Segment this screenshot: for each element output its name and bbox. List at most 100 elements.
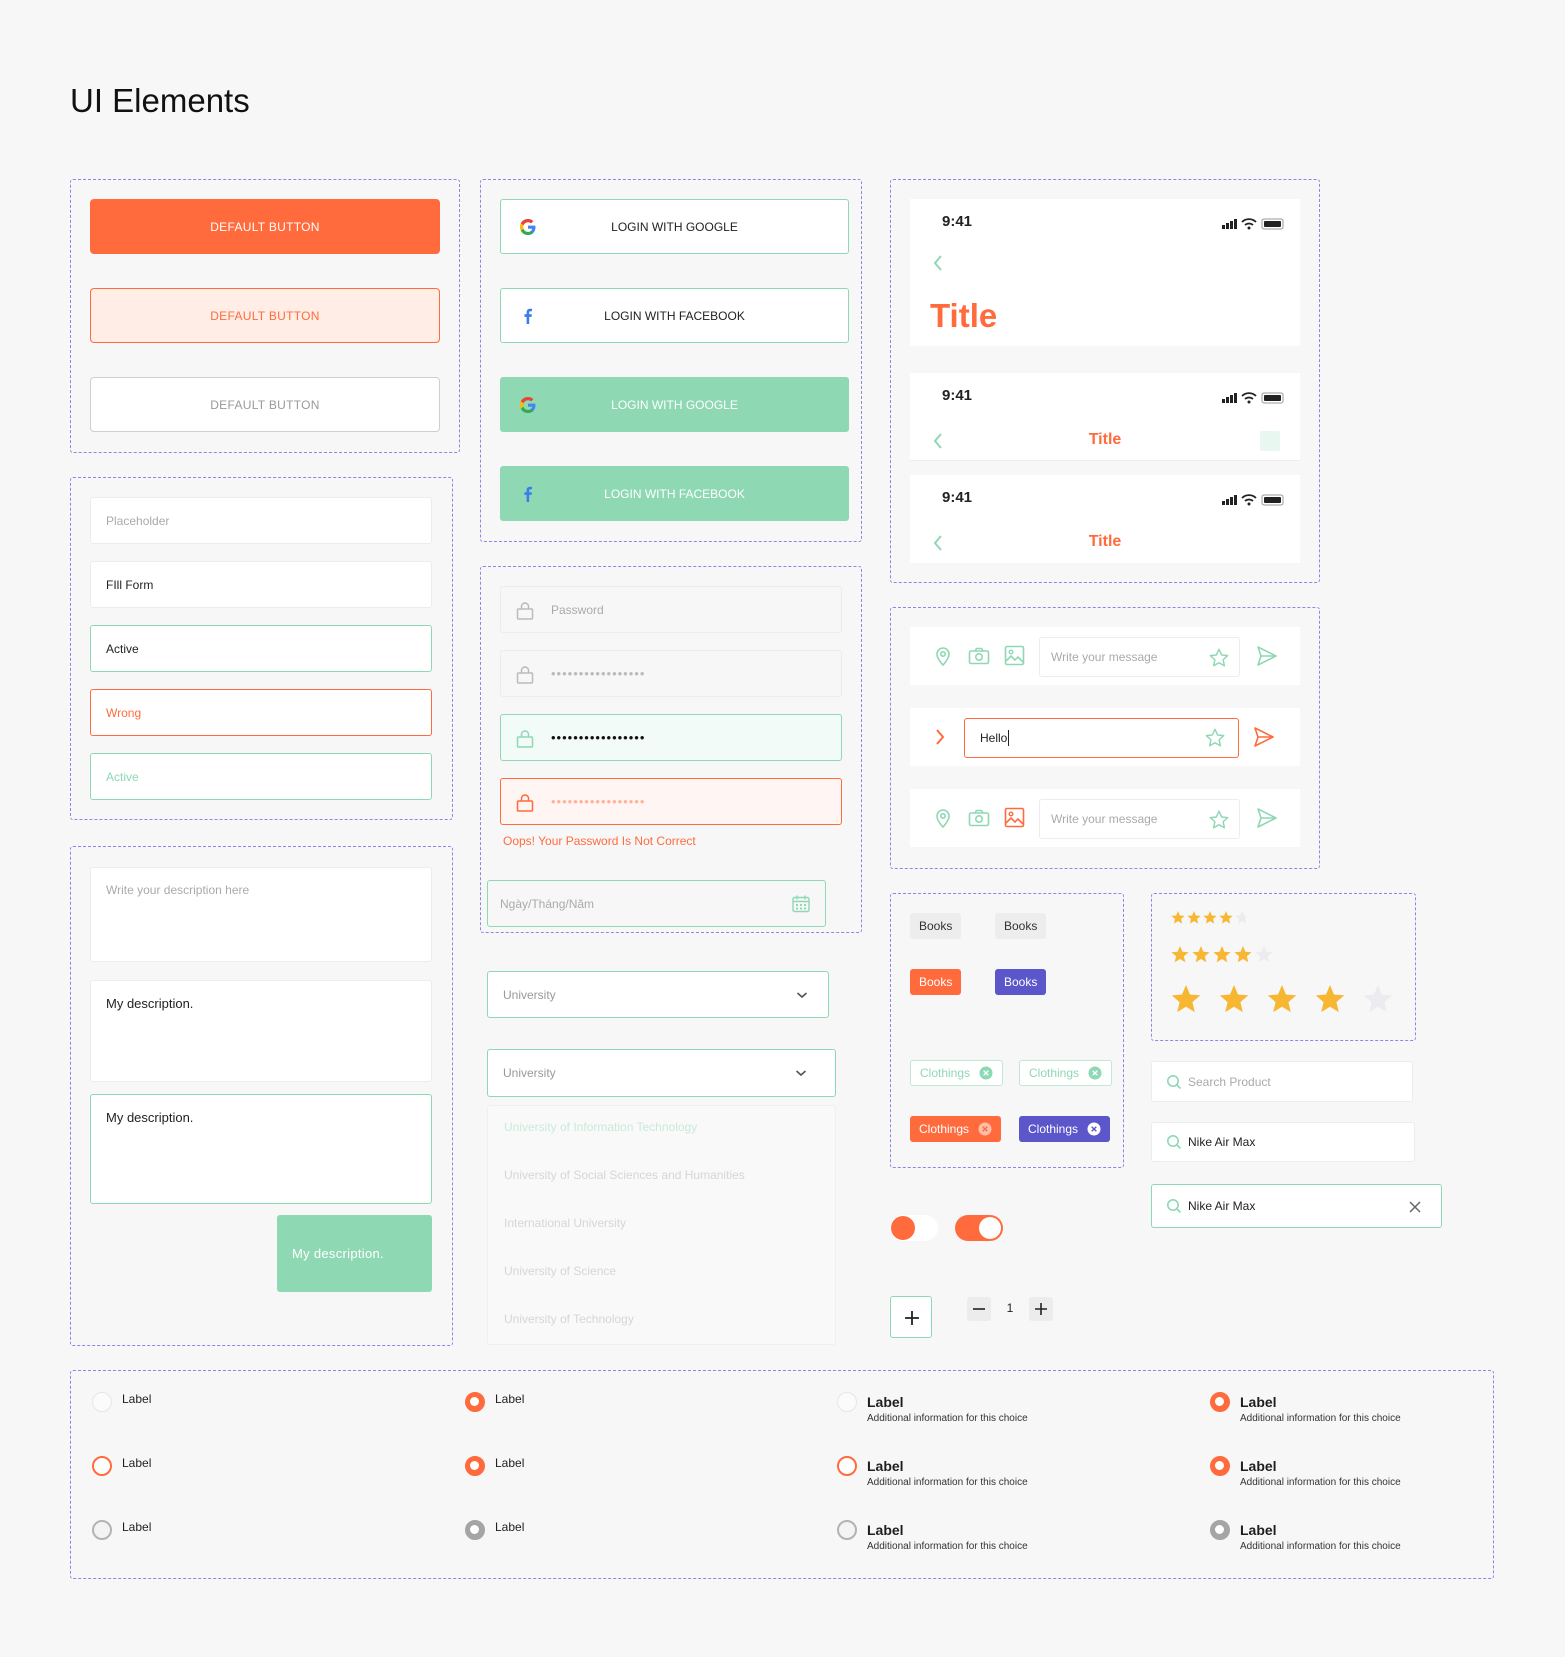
chip-books[interactable]: Books bbox=[995, 913, 1047, 939]
radio-option-detailed[interactable]: Label Additional information for this cho… bbox=[837, 1456, 1028, 1488]
star-filled-icon[interactable] bbox=[1213, 946, 1231, 963]
star-filled-icon[interactable] bbox=[1187, 911, 1201, 924]
radio-checked-disabled[interactable] bbox=[465, 1520, 485, 1540]
stepper-increment[interactable] bbox=[1029, 1297, 1053, 1321]
search-input-filled[interactable]: Nike Air Max bbox=[1151, 1122, 1415, 1162]
chevron-right-icon[interactable] bbox=[934, 728, 946, 746]
radio-option-detailed[interactable]: Label Additional information for this cho… bbox=[837, 1520, 1028, 1552]
camera-icon[interactable] bbox=[968, 647, 990, 665]
calendar-icon[interactable] bbox=[791, 894, 811, 914]
radio-option[interactable]: Label bbox=[465, 1520, 524, 1540]
chip-books-selected[interactable]: Books bbox=[910, 969, 962, 995]
star-filled-icon[interactable] bbox=[1219, 911, 1233, 924]
google-login-button[interactable]: LOGIN WITH GOOGLE bbox=[500, 199, 849, 254]
radio-checked[interactable] bbox=[465, 1392, 485, 1412]
rating-medium[interactable] bbox=[1171, 946, 1276, 964]
message-input-active[interactable]: Hello bbox=[964, 718, 1239, 758]
rating-large[interactable] bbox=[1171, 985, 1403, 1019]
camera-icon[interactable] bbox=[968, 809, 990, 827]
star-filled-icon[interactable] bbox=[1234, 946, 1252, 963]
date-input[interactable]: Ngày/Tháng/Năm bbox=[487, 880, 826, 927]
password-input-masked[interactable]: ••••••••••••••••• bbox=[500, 650, 842, 697]
chip-books[interactable]: Books bbox=[910, 913, 962, 939]
radio-option[interactable]: Label bbox=[465, 1392, 524, 1412]
stepper-decrement[interactable] bbox=[967, 1297, 991, 1321]
chip-clothings[interactable]: Clothings bbox=[1019, 1060, 1113, 1086]
facebook-login-button-green[interactable]: LOGIN WITH FACEBOOK bbox=[500, 466, 849, 521]
add-button[interactable] bbox=[890, 1296, 932, 1338]
location-icon[interactable] bbox=[934, 808, 952, 828]
active-light-input[interactable]: Active bbox=[90, 753, 432, 800]
star-filled-icon[interactable] bbox=[1219, 985, 1249, 1013]
dropdown-option[interactable]: University of Science bbox=[504, 1264, 616, 1278]
radio-option-detailed[interactable]: Label Additional information for this cho… bbox=[1210, 1456, 1401, 1488]
message-input[interactable]: Write your message bbox=[1039, 799, 1240, 839]
description-placeholder[interactable]: Write your description here bbox=[90, 867, 432, 962]
close-circle-icon[interactable] bbox=[978, 1122, 992, 1136]
google-login-button-green[interactable]: LOGIN WITH GOOGLE bbox=[500, 377, 849, 432]
close-circle-icon[interactable] bbox=[1088, 1066, 1102, 1080]
toggle-off[interactable] bbox=[890, 1215, 938, 1241]
send-icon[interactable] bbox=[1256, 645, 1278, 667]
chip-clothings-selected[interactable]: Clothings bbox=[910, 1116, 1002, 1142]
clear-icon[interactable] bbox=[1409, 1201, 1421, 1213]
soft-button[interactable]: DEFAULT BUTTON bbox=[90, 288, 440, 343]
close-circle-icon[interactable] bbox=[979, 1066, 993, 1080]
placeholder-input[interactable]: Placeholder bbox=[90, 497, 432, 544]
radio-option[interactable]: Label bbox=[92, 1456, 151, 1476]
radio-unchecked-faint[interactable] bbox=[837, 1392, 857, 1412]
password-input-error[interactable]: ••••••••••••••••• bbox=[500, 778, 842, 825]
radio-option-detailed[interactable]: Label Additional information for this cho… bbox=[1210, 1392, 1401, 1424]
radio-unchecked-faint[interactable] bbox=[92, 1392, 112, 1412]
rating-small[interactable] bbox=[1171, 911, 1246, 925]
radio-option-detailed[interactable]: Label Additional information for this cho… bbox=[1210, 1520, 1401, 1552]
description-submit[interactable]: My description. bbox=[277, 1215, 432, 1292]
star-filled-icon[interactable] bbox=[1203, 911, 1217, 924]
chip-clothings[interactable]: Clothings bbox=[910, 1060, 1004, 1086]
filled-input[interactable]: FIll Form bbox=[90, 561, 432, 608]
description-active[interactable]: My description. bbox=[90, 1094, 432, 1204]
star-filled-icon[interactable] bbox=[1192, 946, 1210, 963]
radio-option-detailed[interactable]: Label Additional information for this cho… bbox=[837, 1392, 1028, 1424]
description-filled[interactable]: My description. bbox=[90, 980, 432, 1082]
password-input-active[interactable]: ••••••••••••••••• bbox=[500, 714, 842, 761]
facebook-login-button[interactable]: LOGIN WITH FACEBOOK bbox=[500, 288, 849, 343]
radio-option[interactable]: Label bbox=[465, 1456, 524, 1476]
star-outline-icon[interactable] bbox=[1204, 727, 1226, 749]
star-filled-icon[interactable] bbox=[1171, 985, 1201, 1013]
university-select-closed[interactable]: University bbox=[487, 971, 829, 1018]
radio-option[interactable]: Label bbox=[92, 1392, 151, 1412]
navbar-action[interactable] bbox=[1260, 431, 1280, 451]
send-icon[interactable] bbox=[1253, 726, 1275, 748]
star-filled-icon[interactable] bbox=[1171, 911, 1185, 924]
star-outline-icon[interactable] bbox=[1208, 647, 1230, 669]
close-circle-icon[interactable] bbox=[1087, 1122, 1101, 1136]
radio-checked[interactable] bbox=[1210, 1392, 1230, 1412]
radio-checked[interactable] bbox=[465, 1456, 485, 1476]
dropdown-option[interactable]: University of Information Technology bbox=[504, 1120, 697, 1134]
search-input-empty[interactable]: Search Product bbox=[1151, 1061, 1413, 1102]
chip-books-selected[interactable]: Books bbox=[995, 969, 1047, 995]
outline-button[interactable]: DEFAULT BUTTON bbox=[90, 377, 440, 432]
send-icon[interactable] bbox=[1256, 807, 1278, 829]
radio-unchecked-focus[interactable] bbox=[837, 1456, 857, 1476]
radio-option[interactable]: Label bbox=[92, 1520, 151, 1540]
radio-checked[interactable] bbox=[1210, 1456, 1230, 1476]
image-icon[interactable] bbox=[1004, 645, 1025, 666]
star-filled-icon[interactable] bbox=[1267, 985, 1297, 1013]
toggle-on[interactable] bbox=[955, 1215, 1003, 1241]
star-filled-icon[interactable] bbox=[1315, 985, 1345, 1013]
active-input[interactable]: Active bbox=[90, 625, 432, 672]
star-outline-icon[interactable] bbox=[1208, 809, 1230, 831]
radio-unchecked-disabled[interactable] bbox=[92, 1520, 112, 1540]
university-select-open[interactable]: University bbox=[487, 1049, 836, 1097]
star-empty-icon[interactable] bbox=[1255, 946, 1273, 963]
radio-checked-disabled[interactable] bbox=[1210, 1520, 1230, 1540]
star-empty-icon[interactable] bbox=[1235, 911, 1246, 924]
password-input-empty[interactable]: Password bbox=[500, 586, 842, 633]
chip-clothings-selected[interactable]: Clothings bbox=[1019, 1116, 1111, 1142]
dropdown-option[interactable]: International University bbox=[504, 1216, 626, 1230]
wrong-input[interactable]: Wrong bbox=[90, 689, 432, 736]
dropdown-option[interactable]: University of Social Sciences and Humani… bbox=[504, 1168, 745, 1182]
primary-button[interactable]: DEFAULT BUTTON bbox=[90, 199, 440, 254]
